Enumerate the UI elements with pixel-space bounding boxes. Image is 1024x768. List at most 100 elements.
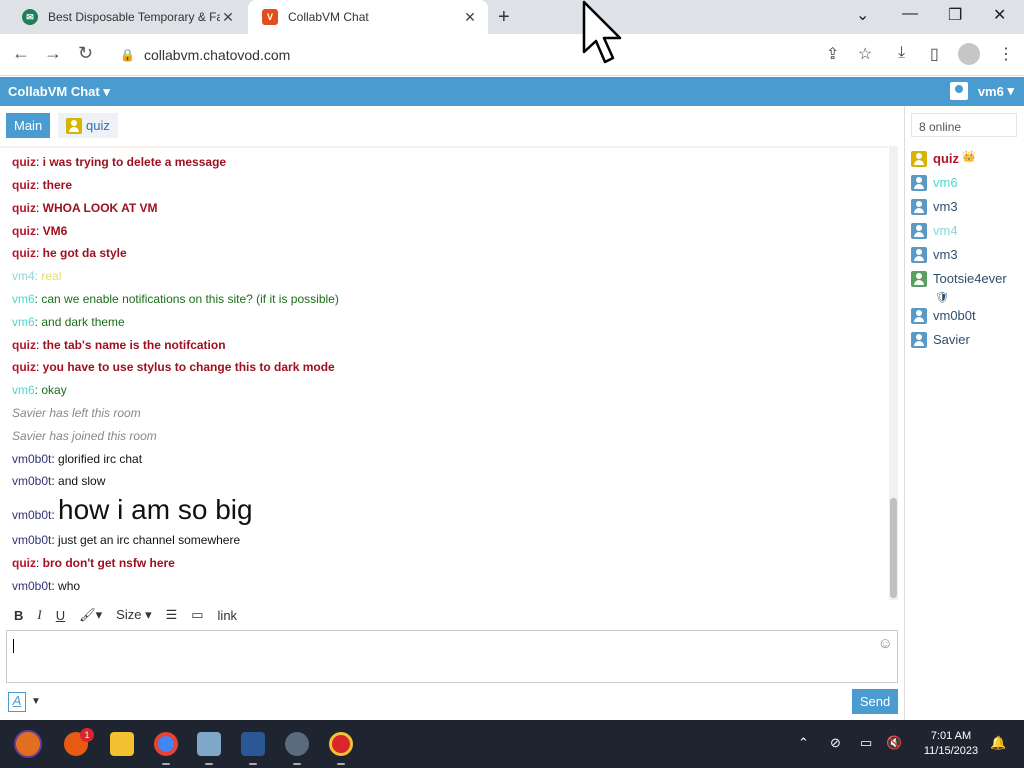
system-clock[interactable]: 7:01 AM 11/15/2023 [918,729,984,759]
scrollbar-thumb[interactable] [890,498,897,598]
task-manager-icon[interactable] [197,732,221,756]
link-button[interactable]: link [218,608,238,623]
message-input[interactable]: ☺ [6,630,898,683]
user-list-item[interactable]: Tootsie4ever 🛡 [911,270,1017,307]
message-row: vm4: real [12,269,61,283]
windows-taskbar: ⌃ ⊘ ▭ 🔇 7:01 AM 11/15/2023 🔔 [0,720,1024,768]
message-scrollbar[interactable] [889,146,898,600]
download-icon[interactable]: ⤓ [898,44,905,62]
back-arrow-icon[interactable]: ← [12,43,30,64]
bookmark-star-icon[interactable]: ☆ [858,44,872,64]
notifications-bell-icon[interactable]: 🔔 [990,735,1006,751]
minimize-icon[interactable]: — [902,5,918,23]
message-text: and dark theme [41,315,125,329]
chrome-icon[interactable] [154,732,178,756]
message-nick[interactable]: vm4 [12,269,35,283]
tab-quiz[interactable]: quiz [58,113,118,138]
message-nick[interactable]: quiz [12,201,36,215]
close-window-icon[interactable]: ✕ [993,5,1006,25]
user-icon [911,199,927,215]
emoji-icon[interactable]: ☺ [878,635,893,652]
message-text: and slow [58,474,106,488]
message-nick[interactable]: quiz [12,224,36,238]
message-row: vm0b0t: how i am so big [12,494,253,526]
message-nick[interactable]: vm6 [12,292,35,306]
system-message: Savier has left this room [12,406,141,420]
start-button-icon[interactable] [14,730,42,758]
message-row: vm6: can we enable notifications on this… [12,292,339,306]
bullet-list-icon[interactable]: ☰ [166,607,178,623]
word-icon[interactable] [241,732,265,756]
chevron-up-icon[interactable]: ⌃ [798,735,809,751]
message-nick[interactable]: quiz [12,155,36,169]
send-button[interactable]: Send [852,689,898,714]
address-bar[interactable]: 🔒 collabvm.chatovod.com [110,40,884,70]
running-indicator [337,763,345,765]
user-list-item[interactable]: vm3 [911,246,958,264]
file-explorer-icon[interactable] [110,732,134,756]
message-nick[interactable]: vm0b0t [12,474,51,488]
message-nick[interactable]: quiz [12,338,36,352]
message-nick[interactable]: quiz [12,556,36,570]
profile-avatar-icon[interactable] [958,43,980,65]
edge-browser-icon[interactable] [329,732,353,756]
menu-kebab-icon[interactable]: ⋮ [998,44,1014,64]
settings-gear-icon[interactable] [285,732,309,756]
close-tab-icon[interactable]: ✕ [220,9,236,26]
user-list-item[interactable]: quiz 👑 [911,150,976,168]
font-style-button[interactable]: A [8,692,26,712]
url-text: collabvm.chatovod.com [144,47,291,63]
message-nick[interactable]: quiz [12,360,36,374]
message-nick[interactable]: vm6 [12,315,35,329]
message-nick[interactable]: vm0b0t [12,579,51,593]
user-menu[interactable]: vm6 ▾ [949,82,1014,100]
underline-button[interactable]: U [56,608,65,623]
user-icon [911,175,927,191]
side-panel-icon[interactable]: ▯ [930,44,939,64]
message-text: can we enable notifications on this site… [41,292,339,306]
size-dropdown[interactable]: Size ▾ [116,607,151,623]
user-list-item[interactable]: vm0b0t [911,307,976,325]
reload-icon[interactable]: ↻ [78,43,93,64]
user-list-item[interactable]: vm3 [911,198,958,216]
browser-tab-collabvm[interactable]: V CollabVM Chat ✕ [248,0,488,34]
message-text: you have to use stylus to change this to… [42,360,335,374]
italic-button[interactable]: I [37,607,41,623]
message-nick[interactable]: vm6 [12,383,35,397]
message-text: the tab's name is the notifcation [42,338,226,352]
message-row: quiz: bro don't get nsfw here [12,556,175,570]
share-icon[interactable]: ⇪ [826,44,839,64]
forward-arrow-icon[interactable]: → [44,43,62,64]
message-nick[interactable]: vm0b0t [12,508,51,522]
user-icon [911,271,927,287]
message-text: glorified irc chat [58,452,143,466]
user-list-item[interactable]: vm6 [911,174,958,192]
message-nick[interactable]: quiz [12,178,36,192]
message-row: quiz: i was trying to delete a message [12,155,226,169]
restore-icon[interactable]: ❐ [948,5,962,25]
message-nick[interactable]: quiz [12,246,36,260]
bold-button[interactable]: B [14,608,23,623]
app-title-menu[interactable]: CollabVM Chat ▾ [8,84,110,100]
message-separator: : [36,556,43,570]
user-list-item[interactable]: Savier [911,331,970,349]
browser-tab-temp-mail[interactable]: ✉ Best Disposable Temporary & Fa ✕ [8,0,246,34]
display-icon[interactable]: ▭ [860,735,872,751]
close-tab-icon[interactable]: ✕ [462,9,478,26]
font-style-caret-icon[interactable]: ▼ [31,696,41,707]
current-username: vm6 [977,83,1004,99]
new-tab-button[interactable]: + [498,6,510,29]
user-name-text: Tootsie4ever [933,271,1007,286]
message-text: bro don't get nsfw here [42,556,175,570]
message-nick[interactable]: vm0b0t [12,533,51,547]
tab-main[interactable]: Main [6,113,51,138]
message-nick[interactable]: vm0b0t [12,452,51,466]
network-off-icon[interactable]: ⊘ [830,735,841,751]
insert-image-icon[interactable]: ▭ [191,607,203,623]
user-name: vm0b0t [933,308,976,323]
message-text: WHOA LOOK AT VM [42,201,158,215]
tab-search-chevron-down-icon[interactable]: ⌄ [856,5,869,25]
user-list-item[interactable]: vm4 [911,222,958,240]
volume-muted-icon[interactable]: 🔇 [886,735,902,751]
text-color-icon[interactable]: 🖌▾ [79,607,102,623]
